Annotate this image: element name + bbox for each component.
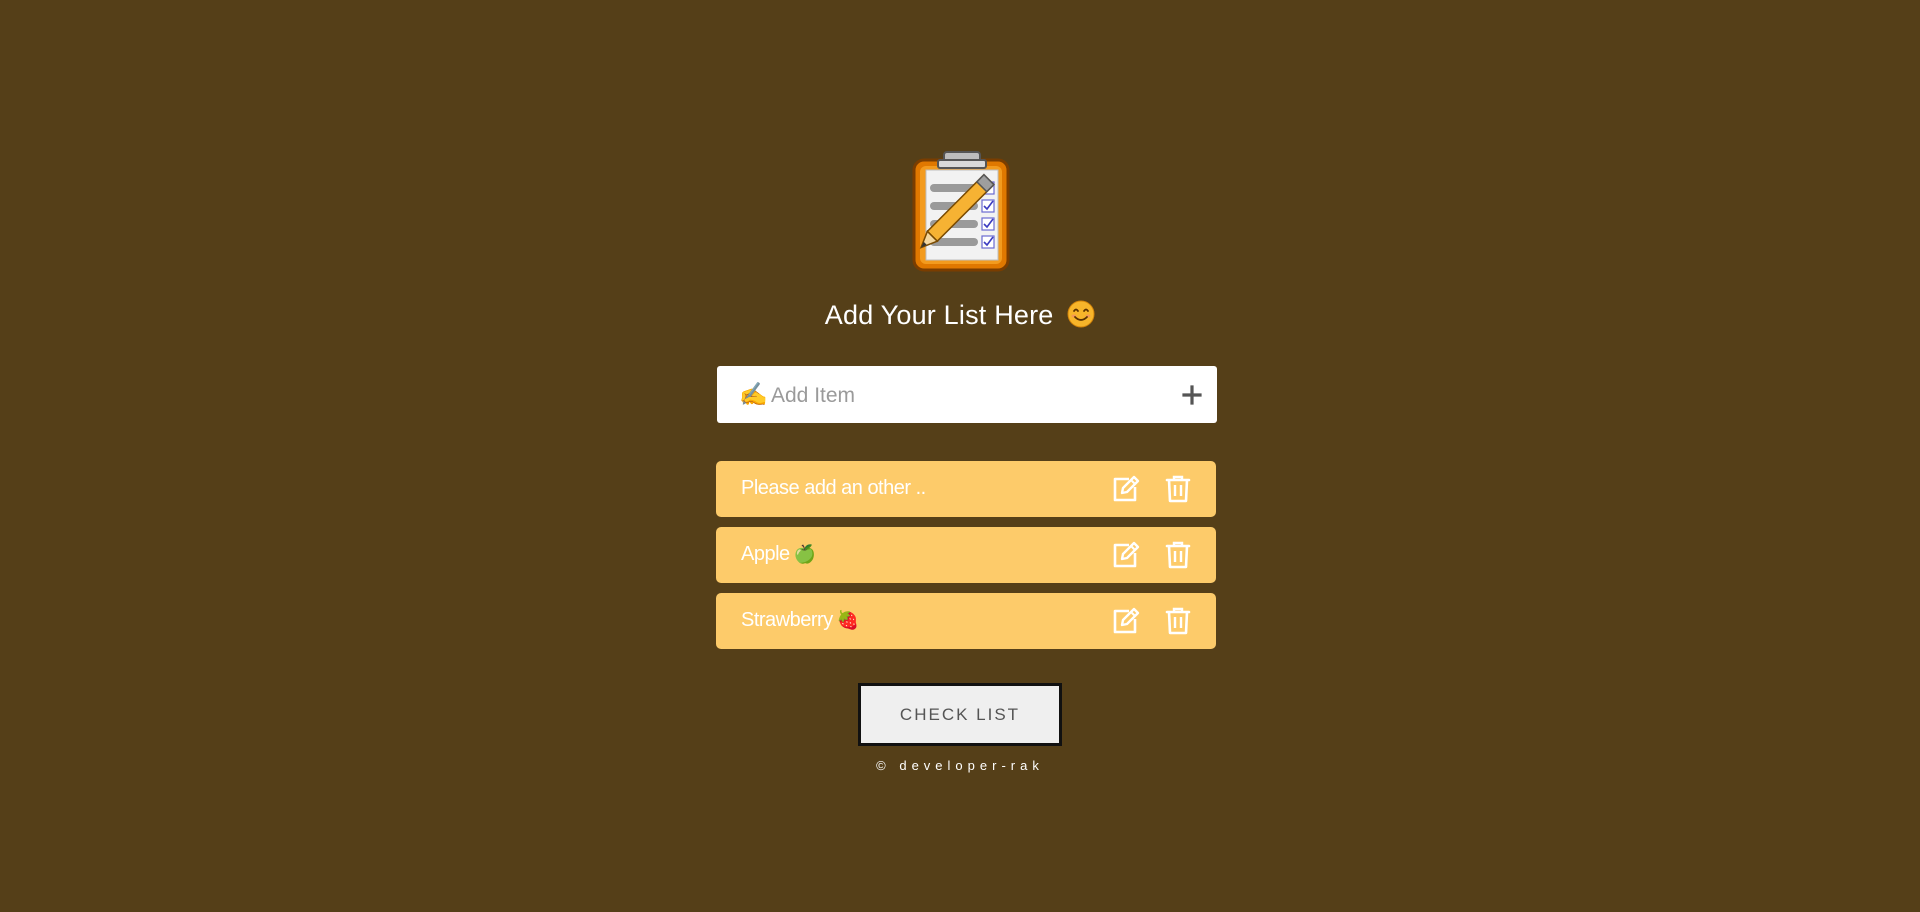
smiling-face-icon — [1067, 300, 1095, 328]
page-title-text: Add Your List Here — [824, 300, 1054, 330]
writing-hand-icon: ✍️ — [739, 381, 768, 407]
edit-icon[interactable] — [1109, 473, 1141, 505]
trash-icon[interactable] — [1162, 539, 1194, 571]
edit-icon[interactable] — [1109, 539, 1141, 571]
add-item-input[interactable] — [769, 366, 1153, 425]
check-list-button[interactable]: CHECK LIST — [858, 683, 1062, 746]
list-item-label: Apple 🍏 — [741, 543, 816, 565]
list-item: Strawberry 🍓 — [716, 593, 1216, 649]
trash-icon[interactable] — [1162, 473, 1194, 505]
trash-icon[interactable] — [1162, 605, 1194, 637]
page-title: Add Your List Here — [0, 300, 1920, 331]
add-item-field: ✍️ — [717, 366, 1217, 425]
page: Add Your List Here ✍️ Please add an othe… — [0, 0, 1920, 912]
list-item: Please add an other .. — [716, 461, 1216, 517]
list-item-label: Strawberry 🍓 — [741, 609, 859, 631]
item-list: Please add an other .. Apple 🍏 Strawberr… — [716, 461, 1216, 659]
plus-icon[interactable] — [1177, 380, 1207, 410]
edit-icon[interactable] — [1109, 605, 1141, 637]
list-item-label: Please add an other .. — [741, 477, 926, 499]
list-item: Apple 🍏 — [716, 527, 1216, 583]
clipboard-logo-icon — [912, 151, 1010, 272]
footer-credit: © developer-rak — [876, 758, 1044, 773]
